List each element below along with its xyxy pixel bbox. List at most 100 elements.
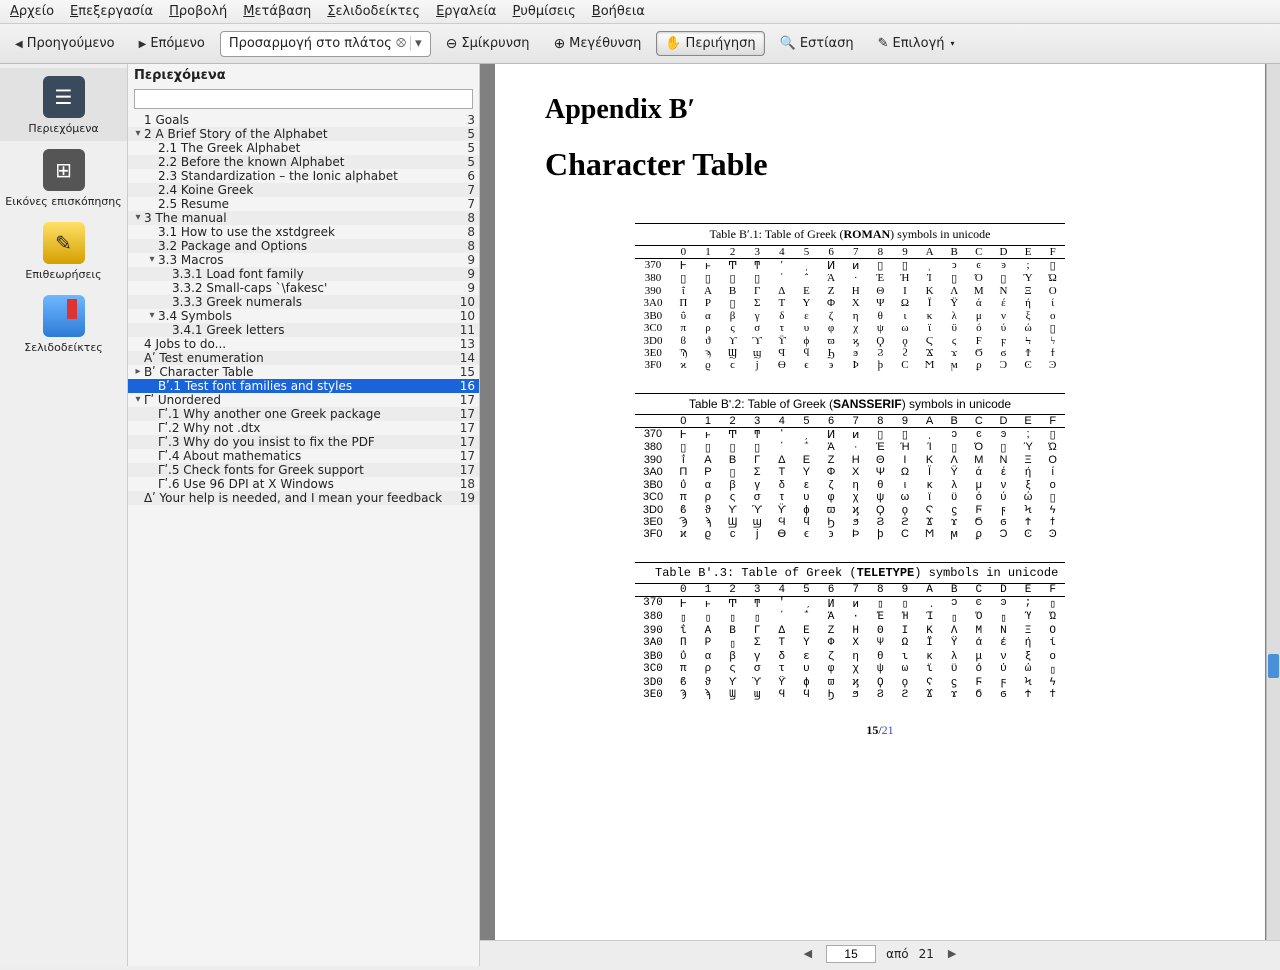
menu-item[interactable]: Εργαλεία [436,4,496,19]
toc-row[interactable]: Γʹ.6 Use 96 DPI at X Windows18 [128,477,479,491]
toc-row[interactable]: Αʹ Test enumeration14 [128,351,479,365]
toc-row[interactable]: ▾Γʹ Unordered17 [128,393,479,407]
menu-item[interactable]: Μετάβαση [243,4,311,19]
toc-page: 19 [451,491,475,505]
select-tool-button[interactable]: Επιλογή▾ [869,31,964,56]
toc-row[interactable]: Δʹ Your help is needed, and I mean your … [128,491,479,505]
table-row: 380▯▯▯▯΄΅Ά·ΈΉΊ▯Ό▯ΎΏ [635,272,1065,285]
toc-row[interactable]: 2.5 Resume7 [128,197,479,211]
menu-item[interactable]: Αρχείο [10,4,54,19]
toc-row[interactable]: 2.3 Standardization – the Ionic alphabet… [128,169,479,183]
side-bookmarks-label: Σελιδοδείκτες [2,341,125,354]
zoom-out-button[interactable]: Σμίκρυνση [437,31,539,57]
toolbar: Προηγούμενο Επόμενο Προσαρμογή στο πλάτο… [0,24,1280,64]
table-body: 370ͰͱͲͳʹ͵Ͷͷ▯▯ͺͻͼͽ;▯380▯▯▯▯΄΅Ά·ΈΉΊ▯Ό▯ΎΏ39… [635,597,1065,701]
table-caption: Table Bʹ.1: Table of Greek (ROMAN) symbo… [635,223,1065,245]
toc-row[interactable]: 3.1 How to use the xstdgreek8 [128,225,479,239]
side-contents[interactable]: ☰Περιεχόμενα [0,68,127,141]
table-row: 390ΐΑΒΓΔΕΖΗΘΙΚΛΜΝΞΟ [635,625,1065,637]
toc-row[interactable]: ▾3.4 Symbols10 [128,309,479,323]
expand-icon[interactable]: ▾ [146,309,158,323]
toc-page: 5 [451,127,475,141]
table-body: 370ͰͱͲͳʹ͵Ͷͷ▯▯ͺͻͼͽ;▯380▯▯▯▯΄΅Ά·ΈΉΊ▯Ό▯ΎΏ39… [635,428,1065,540]
toc-row[interactable]: Γʹ.2 Why not .dtx17 [128,421,479,435]
toc-row[interactable]: Βʹ.1 Test font families and styles16 [128,379,479,393]
chevron-down-icon[interactable]: ▾ [410,36,426,51]
toc-row[interactable]: 2.2 Before the known Alphabet5 [128,155,479,169]
toc-label: Αʹ Test enumeration [144,351,451,365]
side-thumbnails[interactable]: ⊞Εικόνες επισκόπησης [0,141,127,214]
vertical-scrollbar[interactable] [1266,64,1280,940]
outline-search-input[interactable] [134,89,473,109]
clear-icon[interactable]: ⮾ [392,36,410,51]
toc-label: 3.1 How to use the xstdgreek [158,225,451,239]
toc-row[interactable]: ▸Βʹ Character Table15 [128,365,479,379]
expand-icon[interactable]: ▾ [132,211,144,225]
toc-row[interactable]: 3.2 Package and Options8 [128,239,479,253]
toc-row[interactable]: Γʹ.4 About mathematics17 [128,449,479,463]
menu-item[interactable]: Βοήθεια [592,4,645,19]
side-bookmarks[interactable]: Σελιδοδείκτες [0,287,127,360]
toc-row[interactable]: 4 Jobs to do...13 [128,337,479,351]
table-row: 3B0ΰαβγδεζηθικλμνξο [635,479,1065,491]
side-reviews[interactable]: ✎Επιθεωρήσεις [0,214,127,287]
next-button[interactable]: Επόμενο [130,31,214,56]
menu-item[interactable]: Επεξεργασία [70,4,153,19]
table-caption: Table Bʹ.3: Table of Greek (TELETYPE) sy… [635,562,1065,583]
table-header: 0123456789ABCDEF [635,583,1065,597]
toc-row[interactable]: Γʹ.3 Why do you insist to fix the PDF17 [128,435,479,449]
toc-label: 4 Jobs to do... [144,337,451,351]
toc-row[interactable]: 3.3.3 Greek numerals10 [128,295,479,309]
expand-icon[interactable]: ▾ [132,393,144,407]
outline-title: Περιεχόμενα [128,64,479,87]
toc-page: 5 [451,141,475,155]
page-number-input[interactable] [826,945,876,963]
toc-page: 17 [451,407,475,421]
toc-page: 17 [451,393,475,407]
focus-tool-button[interactable]: Εστίαση [771,31,863,56]
toc-row[interactable]: Γʹ.1 Why another one Greek package17 [128,407,479,421]
expand-icon[interactable]: ▾ [146,253,158,267]
menu-item[interactable]: Προβολή [169,4,227,19]
table-row: 3D0ϐϑϒϓϔϕϖϗϘϙϚϛϜϝϞϟ [635,335,1065,347]
toc-row[interactable]: ▾3 The manual8 [128,211,479,225]
toc-page: 15 [451,365,475,379]
toc-row[interactable]: 2.1 The Greek Alphabet5 [128,141,479,155]
toc-page: 8 [451,239,475,253]
table-header: 0123456789ABCDEF [635,414,1065,428]
browse-tool-button[interactable]: Περιήγηση [656,31,764,56]
toc-label: Γʹ.2 Why not .dtx [158,421,451,435]
menu-item[interactable]: Ρυθμίσεις [513,4,576,19]
scrollbar-thumb[interactable] [1268,654,1279,678]
toc-row[interactable]: 2.4 Koine Greek7 [128,183,479,197]
char-table-mono: Table Bʹ.3: Table of Greek (TELETYPE) sy… [635,562,1065,701]
prev-button[interactable]: Προηγούμενο [6,31,124,56]
toc-label: 3.3.3 Greek numerals [172,295,451,309]
page-next-button[interactable]: ▶ [944,945,960,962]
toc-row[interactable]: 3.4.1 Greek letters11 [128,323,479,337]
zoom-mode-select[interactable]: Προσαρμογή στο πλάτος ⮾ ▾ [220,31,431,57]
toc-row[interactable]: Γʹ.5 Check fonts for Greek support17 [128,463,479,477]
zoom-in-button[interactable]: Μεγέθυνση [544,31,650,57]
toc-row[interactable]: ▾3.3 Macros9 [128,253,479,267]
toc-label: 2.1 The Greek Alphabet [158,141,451,155]
expand-icon[interactable]: ▾ [132,127,144,141]
status-bar: ◀ από 21 ▶ [480,940,1280,966]
menu-item[interactable]: Σελιδοδείκτες [327,4,420,19]
toc-page: 3 [451,113,475,127]
toc-page: 11 [451,323,475,337]
bookmark-icon [43,295,85,337]
toc-row[interactable]: ▾2 A Brief Story of the Alphabet5 [128,127,479,141]
expand-icon[interactable]: ▸ [132,365,144,379]
page-prev-button[interactable]: ◀ [800,945,816,962]
arrow-right-icon [139,36,147,51]
next-label: Επόμενο [150,36,205,51]
toc-row[interactable]: 3.3.2 Small-caps `\fakesc'9 [128,281,479,295]
table-row: 3B0ΰαβγδεζηθικλμνξο [635,310,1065,322]
table-row: 3E0ϠϡϢϣϤϥϦϧϨϩϪϫϬϭϮϯ [635,347,1065,359]
toc-row[interactable]: 3.3.1 Load font family9 [128,267,479,281]
document-scroll[interactable]: Appendix Bʹ Character Table Table Bʹ.1: … [480,64,1280,940]
toc-label: Βʹ.1 Test font families and styles [158,379,451,393]
contents-icon: ☰ [43,76,85,118]
toc-row[interactable]: 1 Goals3 [128,113,479,127]
